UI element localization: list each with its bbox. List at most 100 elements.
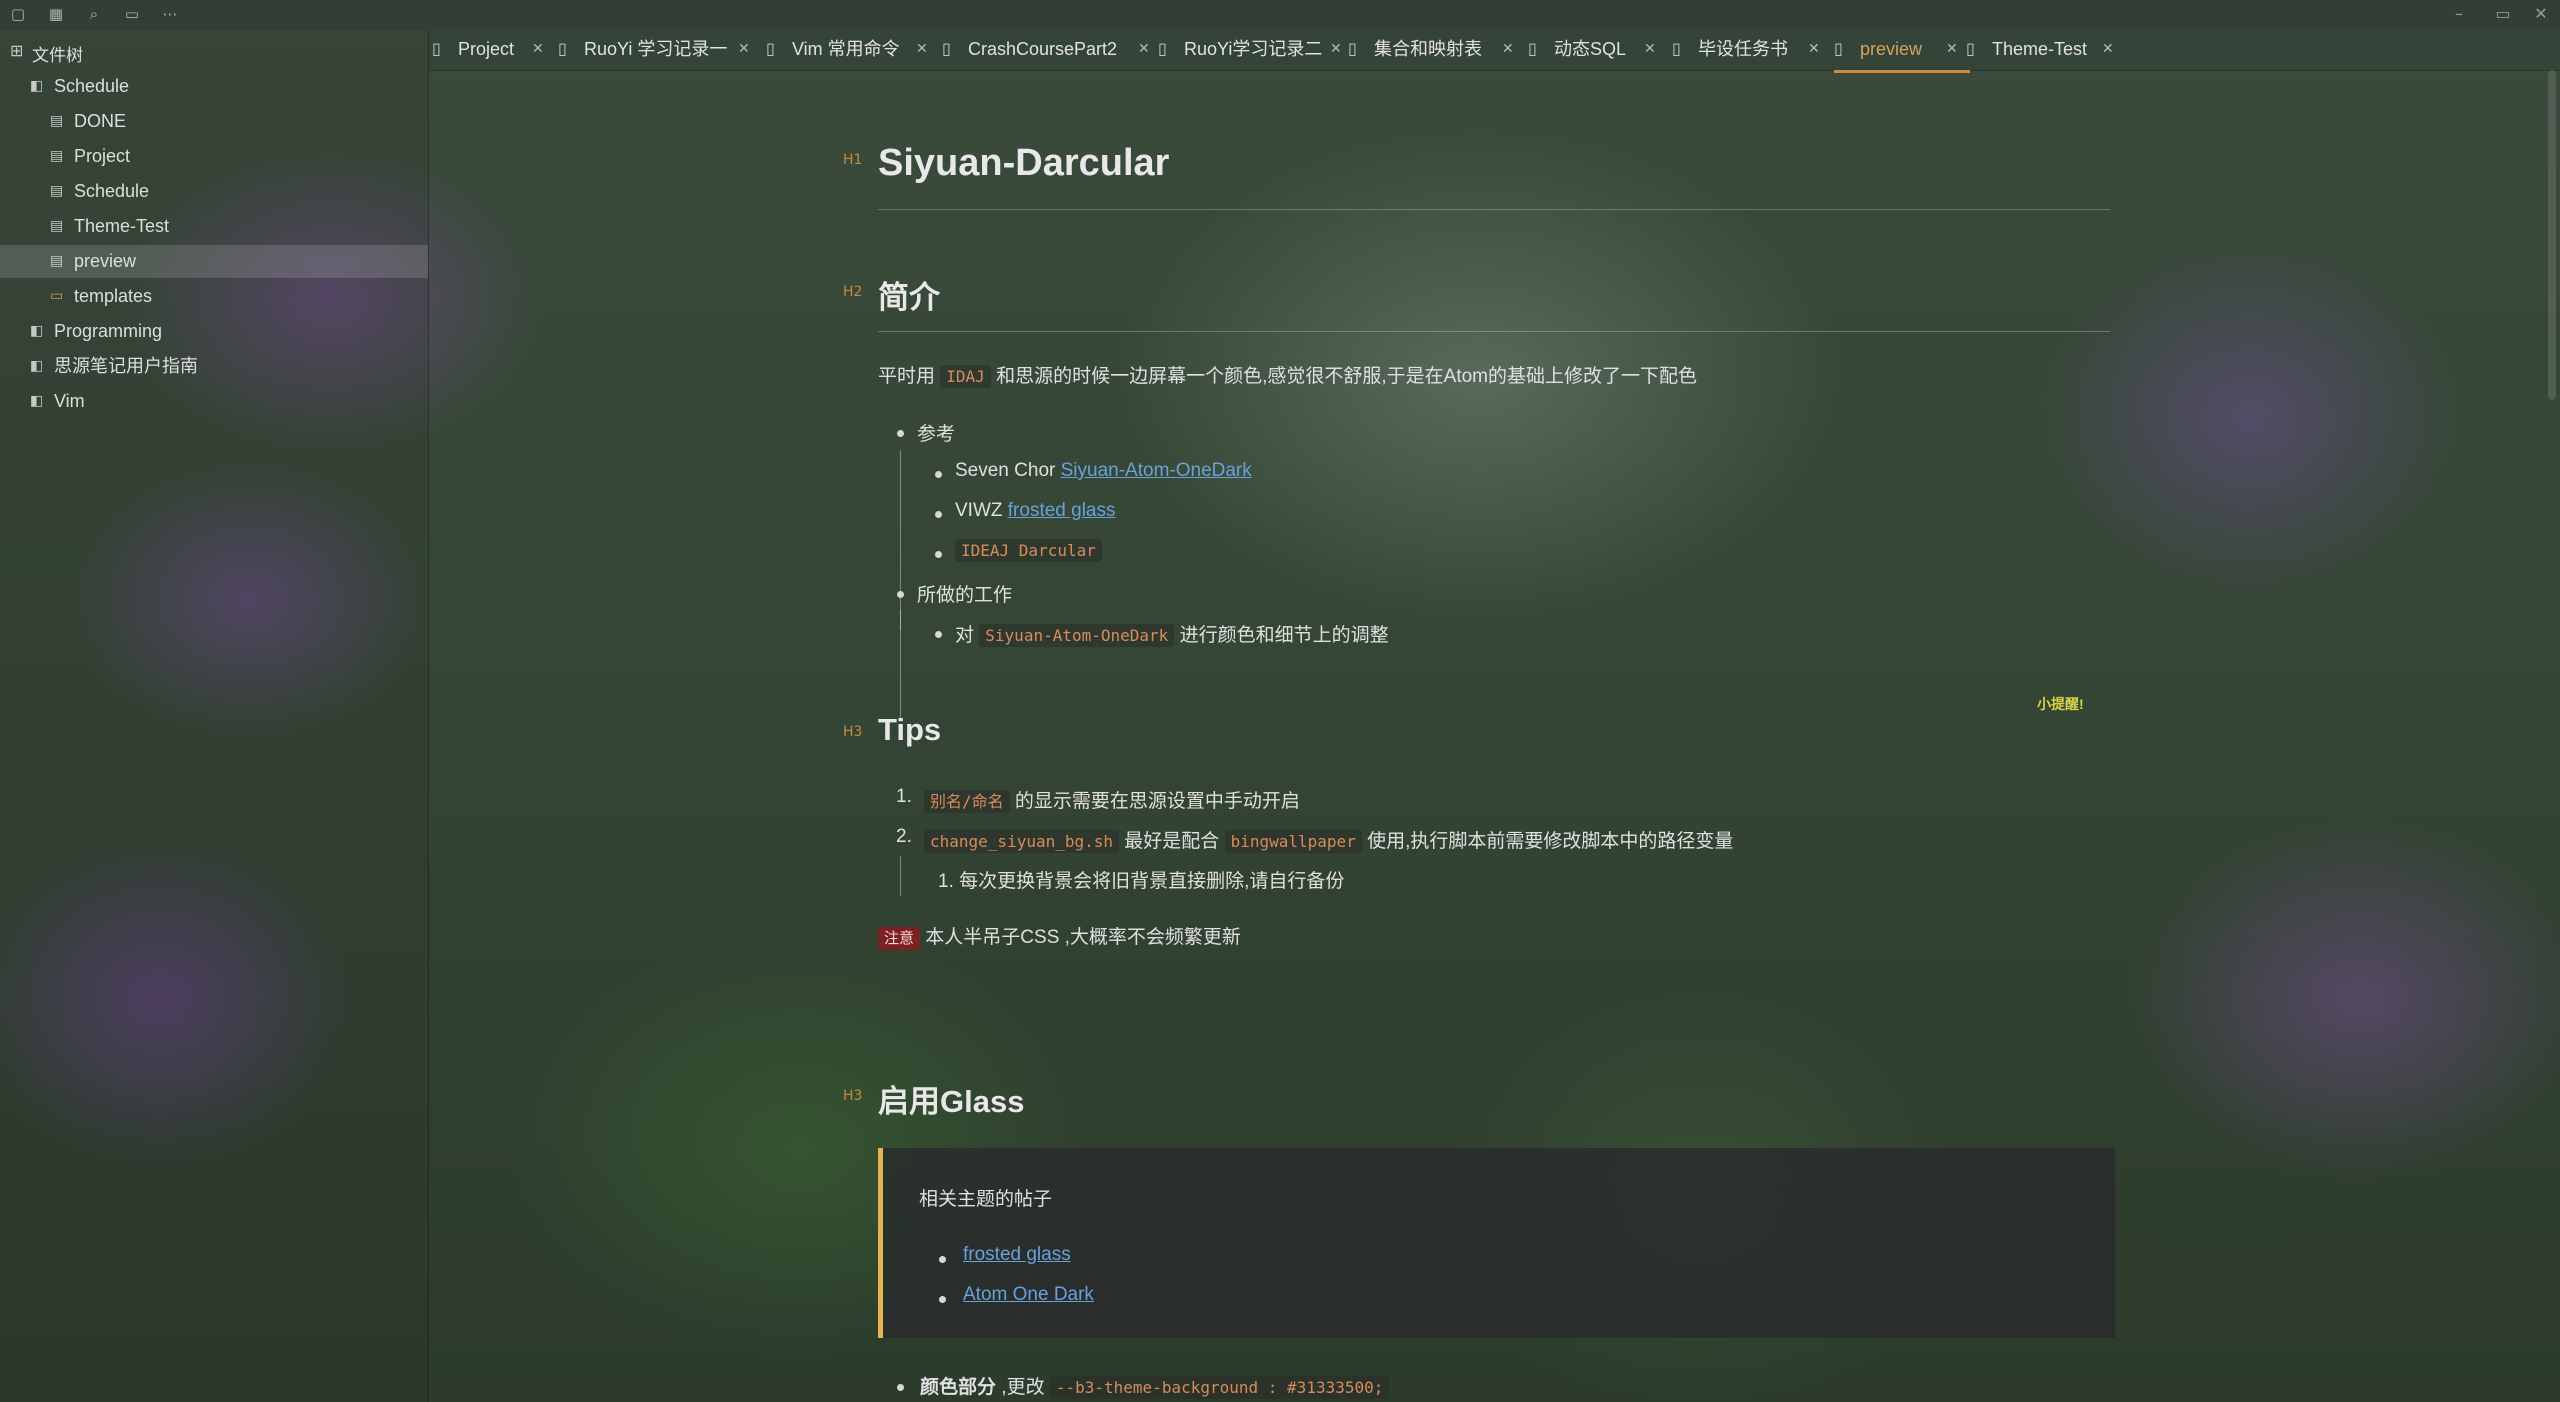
tips-item-2[interactable]: change_siyuan_bg.sh 最好是配合 bingwallpaper … <box>924 826 1733 853</box>
list-guide <box>900 490 901 630</box>
tab-thesis-task[interactable]: ▯ 毕设任务书 ✕ <box>1672 30 1842 70</box>
quote-item-1[interactable]: frosted glass <box>963 1244 1071 1266</box>
tree-item-vim[interactable]: ◧ Vim <box>0 385 428 418</box>
doc-icon: ▯ <box>1966 39 1975 58</box>
file-tree-title: 文件树 <box>32 46 83 65</box>
list-item-ref-2[interactable]: VIWZ frosted glass <box>955 500 1116 522</box>
text: 和思源的时候一边屏幕一个颜色,感觉很不舒服,于是在Atom的基础上修改了一下配色 <box>990 366 1697 387</box>
tab-ruoyi-2[interactable]: ▯ RuoYi学习记录二 ✕ <box>1158 30 1348 70</box>
close-icon[interactable]: ✕ <box>2526 2 2556 26</box>
heading-enable-glass[interactable]: 启用Glass <box>878 1076 1024 1121</box>
bold-text: 颜色部分 <box>920 1377 997 1398</box>
list-item-ref-1[interactable]: Seven Chor Siyuan-Atom-OneDark <box>955 460 1252 482</box>
file-tree-icon: ⊞ <box>10 41 24 60</box>
doc-icon: ▤ <box>50 148 64 164</box>
doc-icon: ▯ <box>1348 39 1357 58</box>
list-guide <box>900 856 901 896</box>
tab-project[interactable]: ▯ Project ✕ <box>432 30 562 70</box>
heading-rule <box>878 331 2110 332</box>
tab-label: 动态SQL <box>1554 39 1627 59</box>
folder-icon: ▭ <box>50 288 64 304</box>
tree-item-done[interactable]: ▤ DONE <box>0 105 428 138</box>
window-icon[interactable]: ▭ <box>122 4 142 24</box>
link-atom-one-dark[interactable]: Atom One Dark <box>963 1284 1094 1305</box>
tab-vim-commands[interactable]: ▯ Vim 常用命令 ✕ <box>766 30 946 70</box>
close-icon[interactable]: ✕ <box>738 30 750 68</box>
search-icon[interactable]: ⌕ <box>84 4 104 24</box>
notebook-icon: ◧ <box>30 78 44 94</box>
note-paragraph[interactable]: 注意 本人半吊子CSS ,大概率不会频繁更新 <box>878 922 1241 950</box>
tab-collections[interactable]: ▯ 集合和映射表 ✕ <box>1348 30 1518 70</box>
text: 本人半吊子CSS ,大概率不会频繁更新 <box>920 927 1241 948</box>
heading-intro[interactable]: 简介 <box>878 272 940 317</box>
close-icon[interactable]: ✕ <box>1644 30 1656 68</box>
file-icon[interactable]: ▢ <box>8 4 28 24</box>
doc-icon: ▯ <box>766 39 775 58</box>
list-number: 2. <box>896 826 912 847</box>
list-item-work-1[interactable]: 对 Siyuan-Atom-OneDark 进行颜色和细节上的调整 <box>955 620 1389 647</box>
bullet <box>935 631 942 638</box>
tree-item-label: templates <box>74 286 153 306</box>
notebook-icon: ◧ <box>30 323 44 339</box>
tree-item-project[interactable]: ▤ Project <box>0 140 428 173</box>
doc-icon: ▤ <box>50 218 64 234</box>
quote-item-2[interactable]: Atom One Dark <box>963 1284 1094 1306</box>
tree-item-preview[interactable]: ▤ preview <box>0 245 428 278</box>
tab-label: preview <box>1860 39 1923 59</box>
close-icon[interactable]: ✕ <box>532 30 544 68</box>
tab-dynamic-sql[interactable]: ▯ 动态SQL ✕ <box>1528 30 1678 70</box>
maximize-icon[interactable]: ▭ <box>2488 2 2518 26</box>
close-icon[interactable]: ✕ <box>2102 30 2114 68</box>
intro-paragraph[interactable]: 平时用 IDAJ 和思源的时候一边屏幕一个颜色,感觉很不舒服,于是在Atom的基… <box>878 361 1697 388</box>
tree-item-programming[interactable]: ◧ Programming <box>0 315 428 348</box>
heading-rule <box>878 209 2110 210</box>
close-icon[interactable]: ✕ <box>1330 30 1342 68</box>
bullet <box>935 551 942 558</box>
link-siyuan-atom-onedark[interactable]: Siyuan-Atom-OneDark <box>1061 460 1252 481</box>
tab-preview[interactable]: ▯ preview ✕ <box>1834 30 1970 73</box>
document-editor[interactable]: H1 Siyuan-Darcular H2 简介 平时用 IDAJ 和思源的时候… <box>843 70 2115 1402</box>
more-icon[interactable]: ⋯ <box>160 4 180 24</box>
tree-item-templates[interactable]: ▭ templates <box>0 280 428 313</box>
color-section-item[interactable]: 颜色部分 ,更改 --b3-theme-background : #313335… <box>920 1372 1390 1399</box>
calendar-icon[interactable]: ▦ <box>46 4 66 24</box>
notebook-icon: ◧ <box>30 393 44 409</box>
heading-marker: H3 <box>843 1088 863 1104</box>
minimize-icon[interactable]: – <box>2444 2 2474 26</box>
tab-ruoyi-1[interactable]: ▯ RuoYi 学习记录一 ✕ <box>558 30 750 70</box>
list-item-work[interactable]: 所做的工作 <box>917 580 1012 607</box>
tree-item-schedule-notebook[interactable]: ◧ Schedule <box>0 70 428 103</box>
bullet <box>939 1256 946 1263</box>
heading-marker: H2 <box>843 284 863 300</box>
link-frosted-glass[interactable]: frosted glass <box>963 1244 1071 1265</box>
scrollbar[interactable] <box>2548 70 2556 400</box>
tree-item-user-guide[interactable]: ◧ 思源笔记用户指南 <box>0 350 428 383</box>
bullet <box>935 511 942 518</box>
tab-label: 集合和映射表 <box>1374 39 1482 59</box>
tab-theme-test[interactable]: ▯ Theme-Test ✕ <box>1966 30 2126 70</box>
close-icon[interactable]: ✕ <box>1946 30 1958 68</box>
top-toolbar: ▢ ▦ ⌕ ▭ ⋯ – ▭ ✕ <box>0 0 2560 30</box>
close-icon[interactable]: ✕ <box>1138 30 1150 68</box>
close-icon[interactable]: ✕ <box>916 30 928 68</box>
doc-icon: ▯ <box>1528 39 1537 58</box>
text: 平时用 <box>878 366 941 387</box>
page-title[interactable]: Siyuan-Darcular <box>878 142 1169 185</box>
list-item-ref-3[interactable]: IDEAJ Darcular <box>955 539 1102 562</box>
close-icon[interactable]: ✕ <box>1808 30 1820 68</box>
tree-item-theme-test[interactable]: ▤ Theme-Test <box>0 210 428 243</box>
blockquote[interactable]: 相关主题的帖子 frosted glass Atom One Dark <box>878 1148 2115 1338</box>
list-item-references[interactable]: 参考 <box>917 419 955 446</box>
text: VIWZ <box>955 500 1008 521</box>
tips-item-2-sub[interactable]: 1. 每次更换背景会将旧背景直接删除,请自行备份 <box>938 866 1344 893</box>
bullet <box>935 471 942 478</box>
text: 的显示需要在思源设置中手动开启 <box>1009 791 1300 812</box>
inline-code: IDAJ <box>940 365 991 388</box>
tips-item-1[interactable]: 别名/命名 的显示需要在思源设置中手动开启 <box>924 786 1300 813</box>
tree-item-schedule-doc[interactable]: ▤ Schedule <box>0 175 428 208</box>
close-icon[interactable]: ✕ <box>1502 30 1514 68</box>
tab-crashcourse[interactable]: ▯ CrashCoursePart2 ✕ <box>942 30 1150 70</box>
doc-icon: ▯ <box>1834 39 1843 58</box>
heading-tips[interactable]: Tips <box>878 712 941 748</box>
link-frosted-glass[interactable]: frosted glass <box>1008 500 1116 521</box>
